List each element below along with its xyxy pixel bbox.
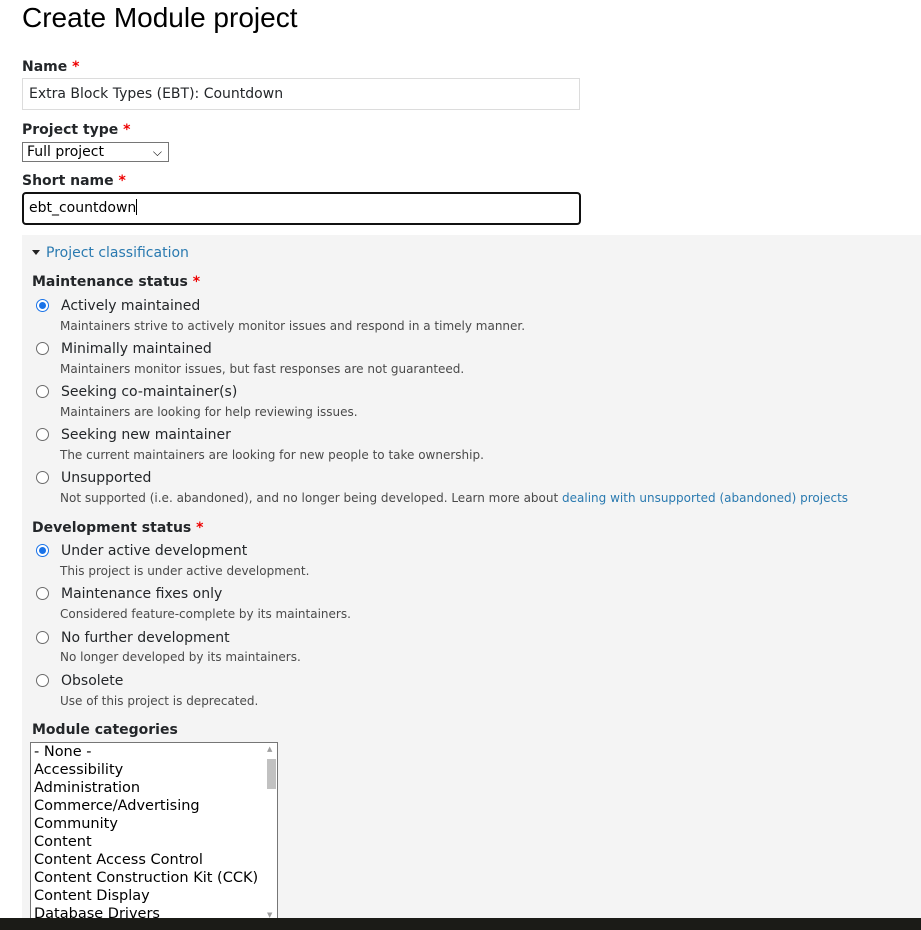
radio-unchecked-icon[interactable] [36,428,49,441]
option-description: Use of this project is deprecated. [60,694,259,708]
category-option[interactable]: Accessibility [31,761,277,779]
radio-unchecked-icon[interactable] [36,471,49,484]
short-name-label-text: Short name [22,173,114,189]
maintenance-option-unsupported[interactable]: Unsupported [32,470,151,486]
required-marker: * [192,274,201,290]
maintenance-status-label: Maintenance status * [32,274,200,290]
project-classification-fieldset: Project classification Maintenance statu… [22,235,921,930]
option-label: Seeking new maintainer [61,427,231,443]
option-label: Unsupported [61,470,152,486]
category-option[interactable]: Content [31,833,277,851]
development-option-maintenance-fixes-only[interactable]: Maintenance fixes only [32,586,222,602]
option-label: No further development [61,630,230,646]
development-option-under-active-development[interactable]: Under active development [32,543,247,559]
project-type-label-text: Project type [22,122,119,138]
name-label: Name * [22,59,79,75]
option-label: Actively maintained [61,298,201,314]
scrollbar-thumb[interactable] [267,759,276,789]
development-option-no-further-development[interactable]: No further development [32,630,230,646]
project-classification-toggle[interactable]: Project classification [32,245,189,261]
development-status-label: Development status * [32,520,203,536]
category-option[interactable]: Content Construction Kit (CCK) [31,869,277,887]
option-label: Minimally maintained [61,341,212,357]
development-option-obsolete[interactable]: Obsolete [32,673,123,689]
option-description: Maintainers are looking for help reviewi… [60,405,358,419]
radio-checked-icon[interactable] [36,299,49,312]
radio-unchecked-icon[interactable] [36,674,49,687]
option-description-text: Not supported (i.e. abandoned), and no l… [60,491,563,505]
option-description: Considered feature-complete by its maint… [60,607,351,621]
option-description: The current maintainers are looking for … [60,448,484,462]
scroll-up-arrow-icon[interactable]: ▲ [267,745,272,753]
required-marker: * [118,173,126,189]
short-name-input[interactable]: ebt_countdown [22,192,581,225]
option-description: Not supported (i.e. abandoned), and no l… [60,491,848,505]
category-option[interactable]: - None - [31,743,277,761]
page-title: Create Module project [22,2,298,33]
caret-down-icon [32,250,40,255]
maintenance-option-seeking-new-maintainer[interactable]: Seeking new maintainer [32,427,231,443]
radio-unchecked-icon[interactable] [36,385,49,398]
required-marker: * [196,520,204,536]
listbox-scrollbar[interactable]: ▲ ▼ [265,743,277,919]
required-marker: * [123,122,131,138]
option-label: Under active development [61,543,248,559]
project-type-select[interactable]: Full project ⌵ [22,142,169,162]
short-name-value: ebt_countdown [29,200,137,216]
chevron-down-icon: ⌵ [152,145,162,159]
module-categories-listbox[interactable]: - None - Accessibility Administration Co… [30,742,278,920]
radio-unchecked-icon[interactable] [36,587,49,600]
option-label: Maintenance fixes only [61,586,223,602]
legend-text: Project classification [46,245,189,261]
radio-checked-icon[interactable] [36,544,49,557]
module-categories-label: Module categories [32,722,178,738]
option-description: Maintainers monitor issues, but fast res… [60,362,465,376]
option-description: This project is under active development… [60,564,310,578]
option-description: Maintainers strive to actively monitor i… [60,319,526,333]
maintenance-status-label-text: Maintenance status [32,274,188,290]
option-description: No longer developed by its maintainers. [60,650,301,664]
radio-unchecked-icon[interactable] [36,342,49,355]
bottom-bar [0,918,921,930]
maintenance-option-seeking-co-maintainer[interactable]: Seeking co-maintainer(s) [32,384,237,400]
project-type-selected: Full project [27,144,104,160]
text-caret [136,199,138,215]
project-type-label: Project type * [22,122,130,138]
category-option[interactable]: Content Access Control [31,851,277,869]
maintenance-option-actively-maintained[interactable]: Actively maintained [32,298,200,314]
option-label: Obsolete [61,673,124,689]
required-marker: * [72,59,80,75]
category-option[interactable]: Commerce/Advertising [31,797,277,815]
name-label-text: Name [22,59,68,75]
name-input[interactable] [22,78,580,110]
maintenance-option-minimally-maintained[interactable]: Minimally maintained [32,341,212,357]
category-option[interactable]: Content Display [31,887,277,905]
unsupported-projects-link[interactable]: dealing with unsupported (abandoned) pro… [562,491,848,505]
category-option[interactable]: Administration [31,779,277,797]
short-name-label: Short name * [22,173,126,189]
development-status-label-text: Development status [32,520,192,536]
option-label: Seeking co-maintainer(s) [61,384,238,400]
radio-unchecked-icon[interactable] [36,631,49,644]
category-option[interactable]: Community [31,815,277,833]
